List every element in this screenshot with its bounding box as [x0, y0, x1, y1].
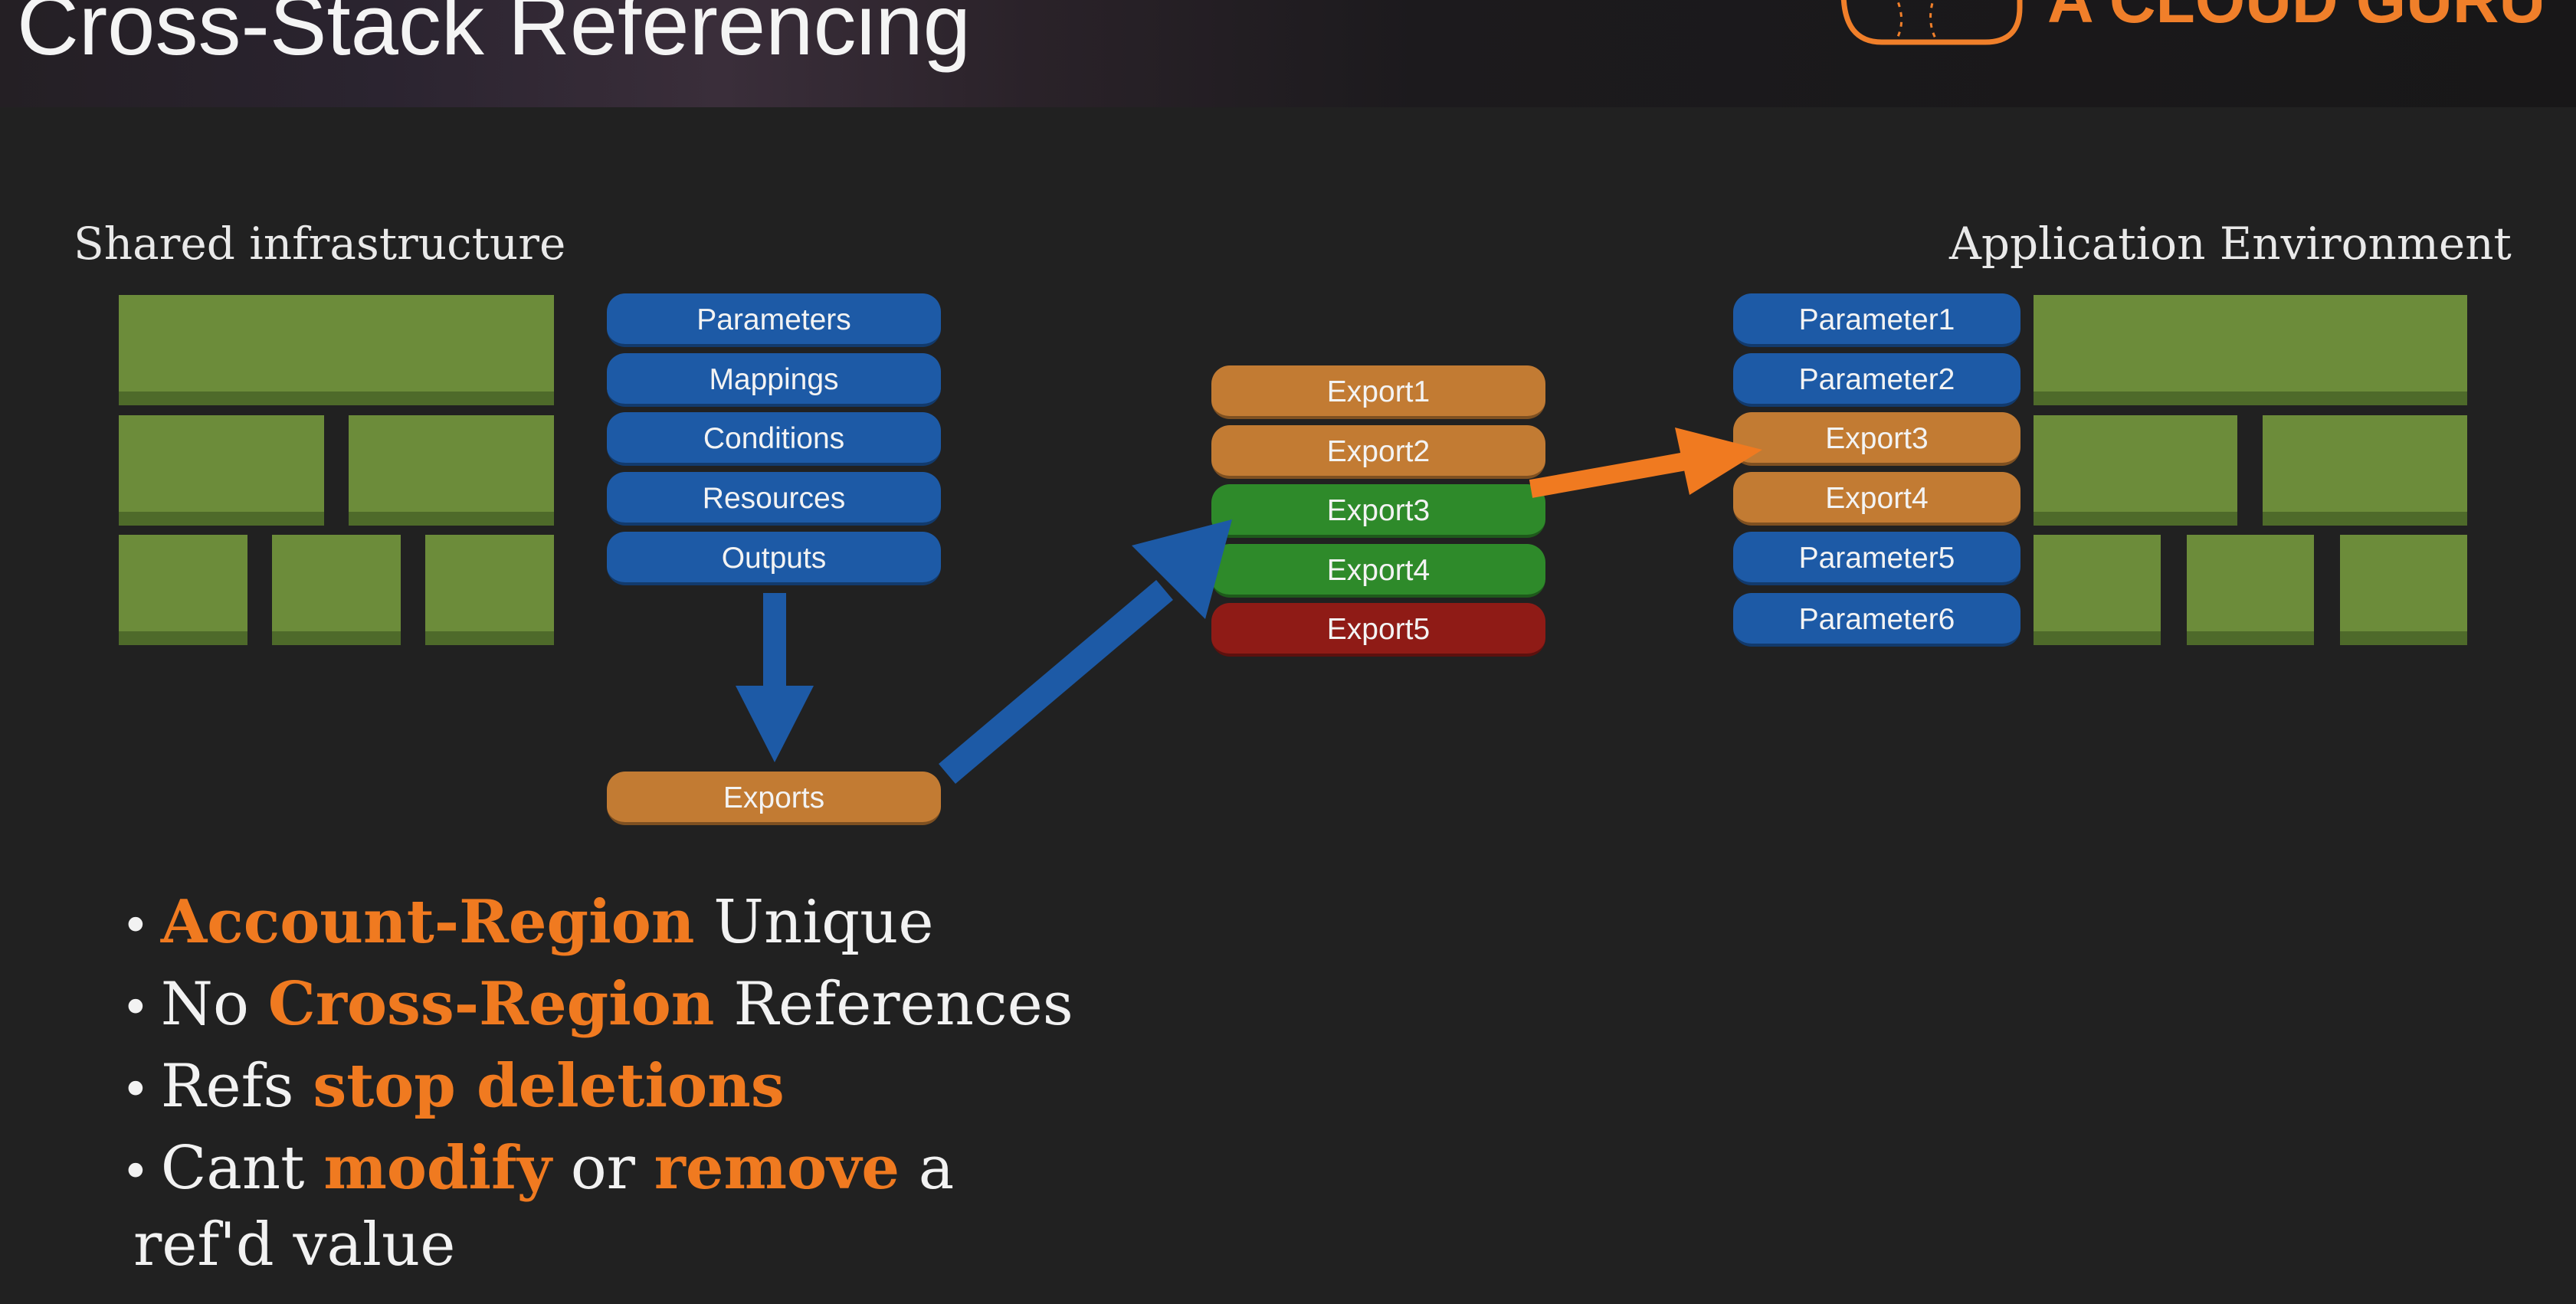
- bullet-item: • Refs stop deletions: [121, 1051, 785, 1121]
- bullet-item: • Account-Region Unique: [121, 887, 934, 957]
- bullet-item: • Cant modify or remove a: [121, 1133, 955, 1203]
- export-link-arrow-icon: [1529, 428, 1762, 498]
- diagonal-arrow-icon: [939, 519, 1232, 784]
- down-arrow-icon: [736, 593, 814, 762]
- bullet-continuation: ref'd value: [133, 1211, 456, 1279]
- bullet-item: • No Cross-Region References: [121, 969, 1073, 1039]
